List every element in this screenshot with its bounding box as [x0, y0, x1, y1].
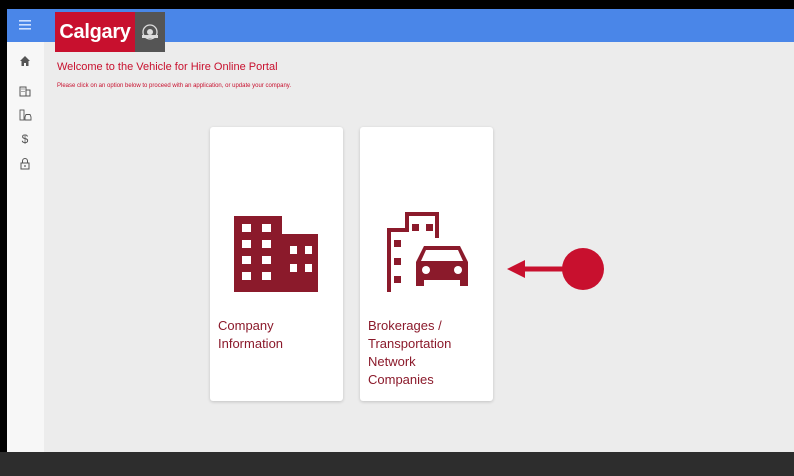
city-car-icon — [19, 109, 31, 121]
taskbar — [0, 452, 794, 476]
card-label-brokerages: Brokerages / Transportation Network Comp… — [368, 318, 452, 387]
city-car-icon — [387, 212, 468, 292]
page-subtitle: Please click on an option below to proce… — [57, 83, 292, 89]
page-title: Welcome to the Vehicle for Hire Online P… — [57, 61, 278, 73]
lock-icon — [20, 157, 30, 169]
home-icon — [20, 56, 30, 66]
dollar-icon: $ — [21, 132, 29, 146]
sidebar: $ — [7, 9, 44, 452]
app-screen: $ Calgary Welcome to the Vehicle for Hir… — [7, 9, 794, 452]
sidebar-item-home[interactable] — [17, 53, 33, 69]
menu-icon — [19, 20, 31, 30]
building-icon — [234, 216, 318, 292]
sidebar-item-security[interactable] — [17, 155, 33, 171]
sidebar-item-fees[interactable]: $ — [17, 131, 33, 147]
sidebar-item-company[interactable] — [17, 83, 33, 99]
sidebar-item-brokerages[interactable] — [17, 107, 33, 123]
crest-icon — [135, 12, 165, 52]
card-label-company: Company Information — [218, 318, 284, 351]
logo-wordmark: Calgary — [55, 12, 135, 52]
arrow-pointer-icon — [507, 248, 604, 290]
calgary-logo[interactable]: Calgary — [55, 12, 165, 52]
building-icon — [19, 86, 31, 97]
company-information-card[interactable]: Company Information — [210, 127, 343, 401]
menu-button[interactable] — [7, 9, 44, 42]
brokerages-tnc-card[interactable]: Brokerages / Transportation Network Comp… — [360, 127, 493, 401]
